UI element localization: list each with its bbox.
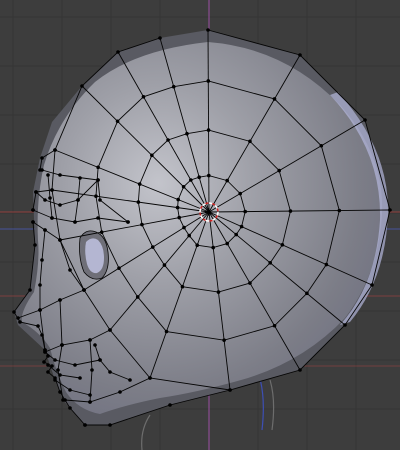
head-mesh[interactable] — [12, 28, 392, 427]
viewport-canvas[interactable] — [0, 0, 400, 450]
3d-viewport[interactable] — [0, 0, 400, 450]
